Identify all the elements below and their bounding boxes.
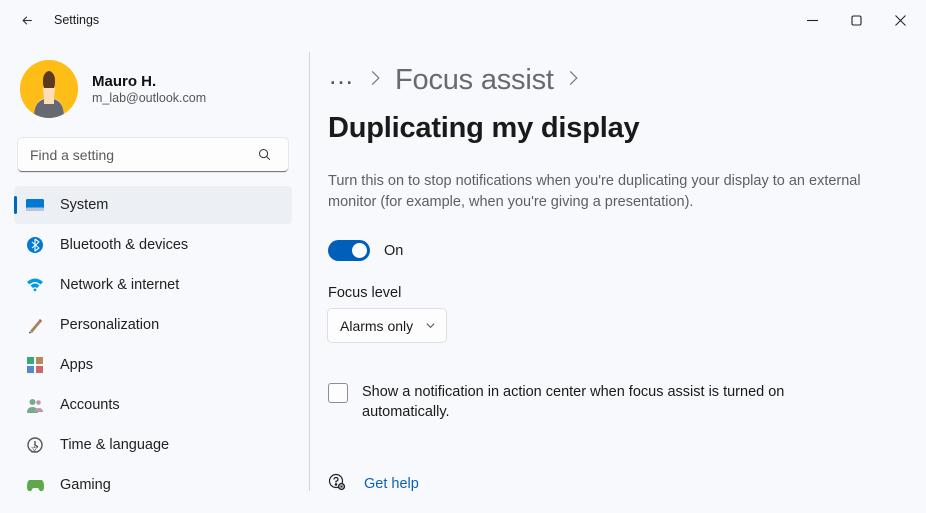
toggle-label: On [384, 243, 403, 259]
system-icon [26, 196, 44, 214]
breadcrumb-overflow[interactable]: … [328, 62, 356, 98]
enable-toggle[interactable] [328, 240, 370, 261]
sidebar-item-time[interactable]: 文 Time & language [14, 426, 292, 464]
sidebar-item-label: Network & internet [60, 277, 179, 293]
sidebar-item-apps[interactable]: Apps [14, 346, 292, 384]
search-icon [257, 147, 272, 167]
close-button[interactable] [878, 5, 922, 35]
sidebar-item-label: Accounts [60, 397, 120, 413]
sidebar-item-personalization[interactable]: Personalization [14, 306, 292, 344]
show-notification-checkbox[interactable] [328, 383, 348, 403]
checkbox-label: Show a notification in action center whe… [362, 382, 868, 423]
sidebar-item-label: Gaming [60, 477, 111, 493]
profile[interactable]: Mauro H. m_lab@outlook.com [16, 52, 292, 132]
window-title: Settings [54, 13, 99, 27]
avatar [20, 60, 78, 118]
focus-level-label: Focus level [328, 285, 902, 301]
get-help-link[interactable]: Get help [364, 476, 419, 492]
sidebar-item-label: Bluetooth & devices [60, 237, 188, 253]
sidebar-item-label: Time & language [60, 437, 169, 453]
sidebar-item-label: Personalization [60, 317, 159, 333]
focus-level-dropdown[interactable]: Alarms only [328, 309, 446, 342]
page-description: Turn this on to stop notifications when … [328, 171, 868, 212]
gaming-icon [26, 476, 44, 494]
maximize-button[interactable] [834, 5, 878, 35]
breadcrumb: … Focus assist Duplicating my display [328, 62, 902, 145]
sidebar-item-label: Apps [60, 357, 93, 373]
search-input[interactable] [18, 138, 288, 172]
wifi-icon [26, 276, 44, 294]
sidebar-item-gaming[interactable]: Gaming [14, 466, 292, 504]
breadcrumb-parent[interactable]: Focus assist [395, 64, 554, 97]
sidebar-item-bluetooth[interactable]: Bluetooth & devices [14, 226, 292, 264]
minimize-button[interactable] [790, 5, 834, 35]
sidebar-item-accounts[interactable]: Accounts [14, 386, 292, 424]
divider [309, 52, 310, 491]
page-title: Duplicating my display [328, 112, 639, 145]
sidebar-item-system[interactable]: System [14, 186, 292, 224]
paint-icon [26, 316, 44, 334]
bluetooth-icon [26, 236, 44, 254]
chevron-right-icon [370, 69, 381, 92]
chevron-down-icon [425, 318, 436, 334]
profile-email: m_lab@outlook.com [92, 91, 206, 105]
back-button[interactable] [14, 7, 40, 33]
help-icon [328, 473, 346, 496]
profile-name: Mauro H. [92, 73, 206, 90]
chevron-right-icon [568, 69, 579, 92]
svg-text:文: 文 [31, 445, 38, 453]
clock-icon: 文 [26, 436, 44, 454]
sidebar-item-label: System [60, 197, 108, 213]
dropdown-value: Alarms only [340, 318, 413, 334]
accounts-icon [26, 396, 44, 414]
sidebar-item-network[interactable]: Network & internet [14, 266, 292, 304]
apps-icon [26, 356, 44, 374]
